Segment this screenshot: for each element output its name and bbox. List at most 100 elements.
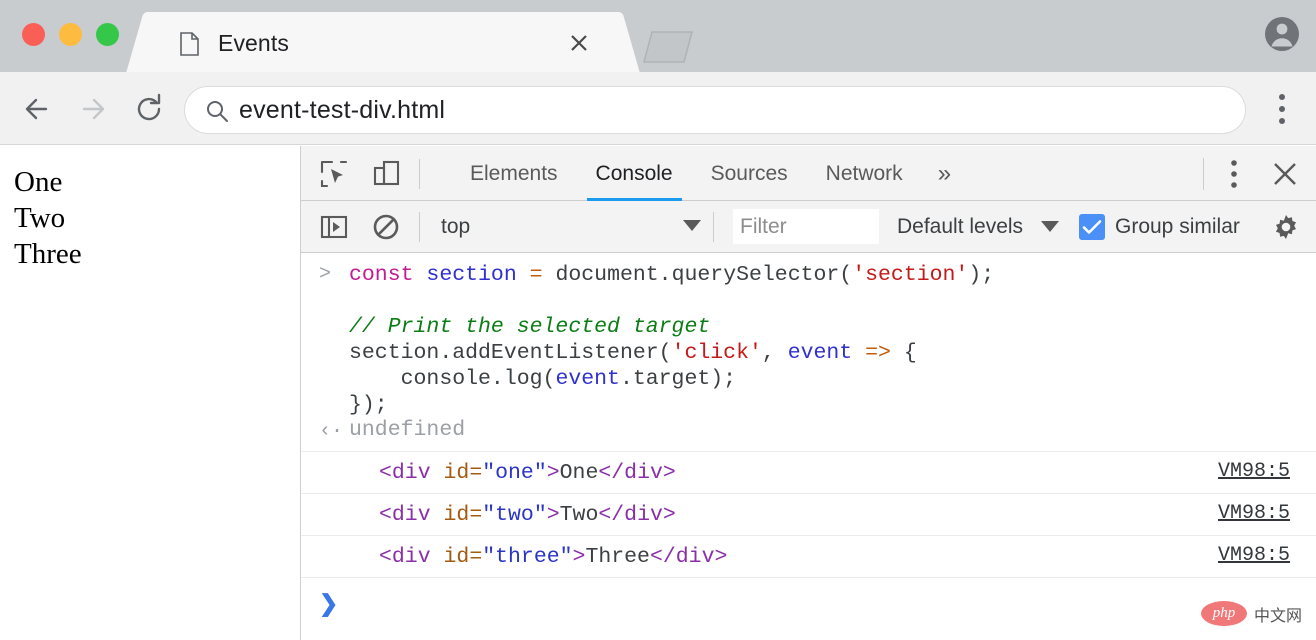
browser-tab[interactable]: Events (148, 12, 618, 72)
source-link[interactable]: VM98:5 (1218, 544, 1290, 567)
console-input-code: const section = document.querySelector('… (349, 262, 1316, 418)
code-token: => (865, 341, 891, 365)
console-prompt-row[interactable]: ❯ (301, 578, 1316, 638)
console-output[interactable]: > const section = document.querySelector… (301, 253, 1316, 638)
browser-window: Events event-test-div.html One Two Three… (0, 0, 1316, 640)
page-div-two[interactable]: Two (0, 200, 300, 236)
code-token: 'section' (852, 263, 969, 287)
markup-token: <div (379, 460, 431, 485)
code-line: // Print the selected target (349, 314, 1316, 340)
markup-token: Two (559, 502, 599, 527)
window-controls (22, 23, 119, 46)
clear-console-icon[interactable] (371, 212, 401, 242)
code-token: , (761, 341, 788, 365)
more-tabs-icon[interactable]: » (922, 146, 967, 201)
maximize-window-button[interactable] (96, 23, 119, 46)
minimize-window-button[interactable] (59, 23, 82, 46)
logged-element-markup: <div id="three">Three</div> (379, 545, 727, 569)
gear-icon[interactable] (1270, 211, 1302, 243)
execution-context-selector[interactable]: top (441, 201, 701, 252)
filter-input[interactable] (733, 209, 879, 244)
code-token: // Print the selected target (349, 315, 711, 339)
chevron-down-icon[interactable] (683, 220, 701, 231)
devtools-panel: Elements Console Sources Network » top F… (300, 146, 1316, 640)
markup-token: </div> (598, 502, 676, 527)
reload-icon[interactable] (128, 88, 170, 130)
source-link[interactable]: VM98:5 (1218, 502, 1290, 525)
devtools-more-options-icon[interactable] (1220, 158, 1248, 190)
code-line: }); (349, 392, 1316, 418)
console-log-row[interactable]: <div id="one">One</div> VM98:5 (301, 452, 1316, 494)
code-line: console.log(event.target); (349, 366, 1316, 392)
page-viewport[interactable]: One Two Three (0, 146, 300, 640)
toolbar-divider (419, 212, 420, 242)
page-div-three[interactable]: Three (0, 236, 300, 272)
code-token: }); (349, 393, 388, 417)
browser-menu-icon[interactable] (1266, 91, 1298, 127)
toggle-device-toolbar-icon[interactable] (371, 159, 401, 189)
console-input-entry: > const section = document.querySelector… (301, 253, 1316, 418)
tab-elements[interactable]: Elements (451, 146, 577, 201)
markup-token: id= (430, 544, 483, 569)
page-icon (180, 32, 199, 56)
markup-token: "three" (482, 544, 573, 569)
console-log-row[interactable]: <div id="three">Three</div> VM98:5 (301, 536, 1316, 578)
tab-strip: Events (0, 0, 1316, 72)
log-levels-label[interactable]: Default levels (897, 215, 1023, 239)
code-token: 'click' (671, 341, 762, 365)
code-line: section.addEventListener('click', event … (349, 340, 1316, 366)
search-icon (205, 99, 229, 123)
header-divider-right (1203, 158, 1204, 190)
markup-token: id= (430, 460, 483, 485)
levels-chevron-down-icon[interactable] (1041, 221, 1059, 232)
logged-element-markup: <div id="one">One</div> (379, 461, 676, 485)
forward-arrow-icon (72, 88, 114, 130)
address-bar-value: event-test-div.html (239, 96, 446, 124)
devtools-header: Elements Console Sources Network » (301, 146, 1316, 201)
markup-token: > (546, 502, 560, 527)
group-similar-label[interactable]: Group similar (1115, 215, 1240, 239)
tab-network[interactable]: Network (807, 146, 922, 201)
markup-token: "two" (482, 502, 547, 527)
console-sidebar-icon[interactable] (319, 212, 349, 242)
watermark: php 中文网 (1200, 601, 1302, 626)
console-log-rows: <div id="one">One</div> VM98:5 <div id="tw… (301, 452, 1316, 578)
markup-token: > (546, 460, 560, 485)
address-bar[interactable]: event-test-div.html (184, 86, 1246, 134)
code-line: const section = document.querySelector('… (349, 262, 1316, 288)
code-token: event (555, 367, 620, 391)
code-token: const (349, 263, 414, 287)
console-log-row[interactable]: <div id="two">Two</div> VM98:5 (301, 494, 1316, 536)
markup-token: > (572, 544, 586, 569)
profile-avatar-icon[interactable] (1262, 14, 1302, 54)
execution-context-value: top (441, 214, 471, 238)
code-token: section.addEventListener( (349, 341, 672, 365)
page-div-one[interactable]: One (0, 146, 300, 200)
watermark-badge: php (1200, 601, 1247, 626)
code-token: section (426, 263, 517, 287)
code-token: document.querySelector( (542, 263, 853, 287)
close-icon[interactable] (566, 30, 592, 56)
markup-token: </div> (649, 544, 728, 569)
tab-console[interactable]: Console (577, 146, 692, 201)
devtools-close-icon[interactable] (1270, 159, 1300, 189)
inspect-element-icon[interactable] (319, 159, 349, 189)
console-result-value: undefined (349, 418, 466, 442)
new-tab-button[interactable] (630, 26, 696, 66)
code-token: { (890, 341, 917, 365)
group-similar-checkbox[interactable] (1079, 214, 1105, 240)
logged-element-markup: <div id="two">Two</div> (379, 503, 676, 527)
input-prompt-icon: > (319, 263, 332, 286)
back-arrow-icon[interactable] (16, 88, 58, 130)
console-result-entry: ‹· undefined (301, 418, 1316, 452)
console-prompt-chevron-icon: ❯ (319, 590, 339, 616)
close-window-button[interactable] (22, 23, 45, 46)
toolbar-divider-2 (713, 212, 714, 242)
code-token: event (787, 341, 853, 365)
tab-sources[interactable]: Sources (692, 146, 807, 201)
source-link[interactable]: VM98:5 (1218, 460, 1290, 483)
